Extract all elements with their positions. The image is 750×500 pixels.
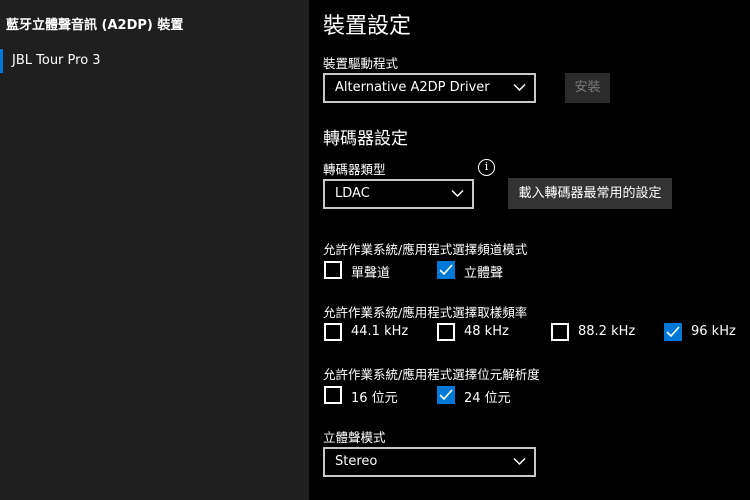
stereo-mode-label: 立體聲模式 (323, 430, 386, 445)
driver-label: 裝置驅動程式 (323, 56, 399, 71)
page-title: 裝置設定 (323, 14, 412, 39)
channel-mode-label: 允許作業系統/應用程式選擇頻道模式 (323, 242, 528, 257)
codec-type-label: 轉碼器類型 (323, 162, 386, 177)
checkbox-box (437, 261, 455, 279)
checkbox-label: 96 kHz (691, 324, 736, 339)
info-icon[interactable]: i (478, 159, 495, 176)
settings-panel: 裝置設定 裝置驅動程式 Alternative A2DP Driver 安裝 轉… (309, 0, 750, 500)
chevron-down-icon (513, 83, 526, 92)
checkbox-label: 立體聲 (464, 266, 504, 281)
checkbox-box (324, 261, 342, 279)
checkbox-box (551, 323, 569, 341)
driver-dropdown[interactable]: Alternative A2DP Driver (323, 73, 536, 103)
selection-indicator (0, 49, 3, 73)
codec-section-title: 轉碼器設定 (323, 129, 408, 149)
codec-dropdown-value: LDAC (335, 186, 370, 201)
checkbox-box (664, 323, 682, 341)
chevron-down-icon (513, 457, 526, 466)
checkbox-box (437, 386, 455, 404)
sample-rate-label: 允許作業系統/應用程式選擇取樣頻率 (323, 305, 528, 320)
stereo-mode-dropdown-value: Stereo (335, 454, 378, 469)
load-codec-defaults-button[interactable]: 載入轉碼器最常用的設定 (508, 178, 672, 209)
sidebar-item-device[interactable]: JBL Tour Pro 3 (0, 49, 309, 73)
chevron-down-icon (451, 189, 464, 198)
checkbox-label: 88.2 kHz (578, 324, 636, 339)
codec-dropdown[interactable]: LDAC (323, 179, 474, 209)
checkmark-icon (666, 326, 680, 338)
checkbox-label: 24 位元 (464, 391, 511, 406)
checkbox-label: 單聲道 (351, 266, 391, 281)
install-button[interactable]: 安裝 (565, 73, 610, 103)
checkbox-box (324, 386, 342, 404)
checkmark-icon (439, 389, 453, 401)
sidebar-item-label: JBL Tour Pro 3 (12, 53, 101, 68)
sidebar-title: 藍牙立體聲音訊 (A2DP) 裝置 (6, 18, 184, 33)
checkbox-label: 44.1 kHz (351, 324, 409, 339)
stereo-mode-dropdown[interactable]: Stereo (323, 447, 536, 477)
checkmark-icon (439, 264, 453, 276)
checkbox-box (324, 323, 342, 341)
checkbox-box (437, 323, 455, 341)
sidebar: 藍牙立體聲音訊 (A2DP) 裝置 JBL Tour Pro 3 (0, 0, 309, 500)
bit-depth-label: 允許作業系統/應用程式選擇位元解析度 (323, 367, 540, 382)
checkbox-label: 48 kHz (464, 324, 509, 339)
checkbox-label: 16 位元 (351, 391, 398, 406)
driver-dropdown-value: Alternative A2DP Driver (335, 80, 490, 95)
